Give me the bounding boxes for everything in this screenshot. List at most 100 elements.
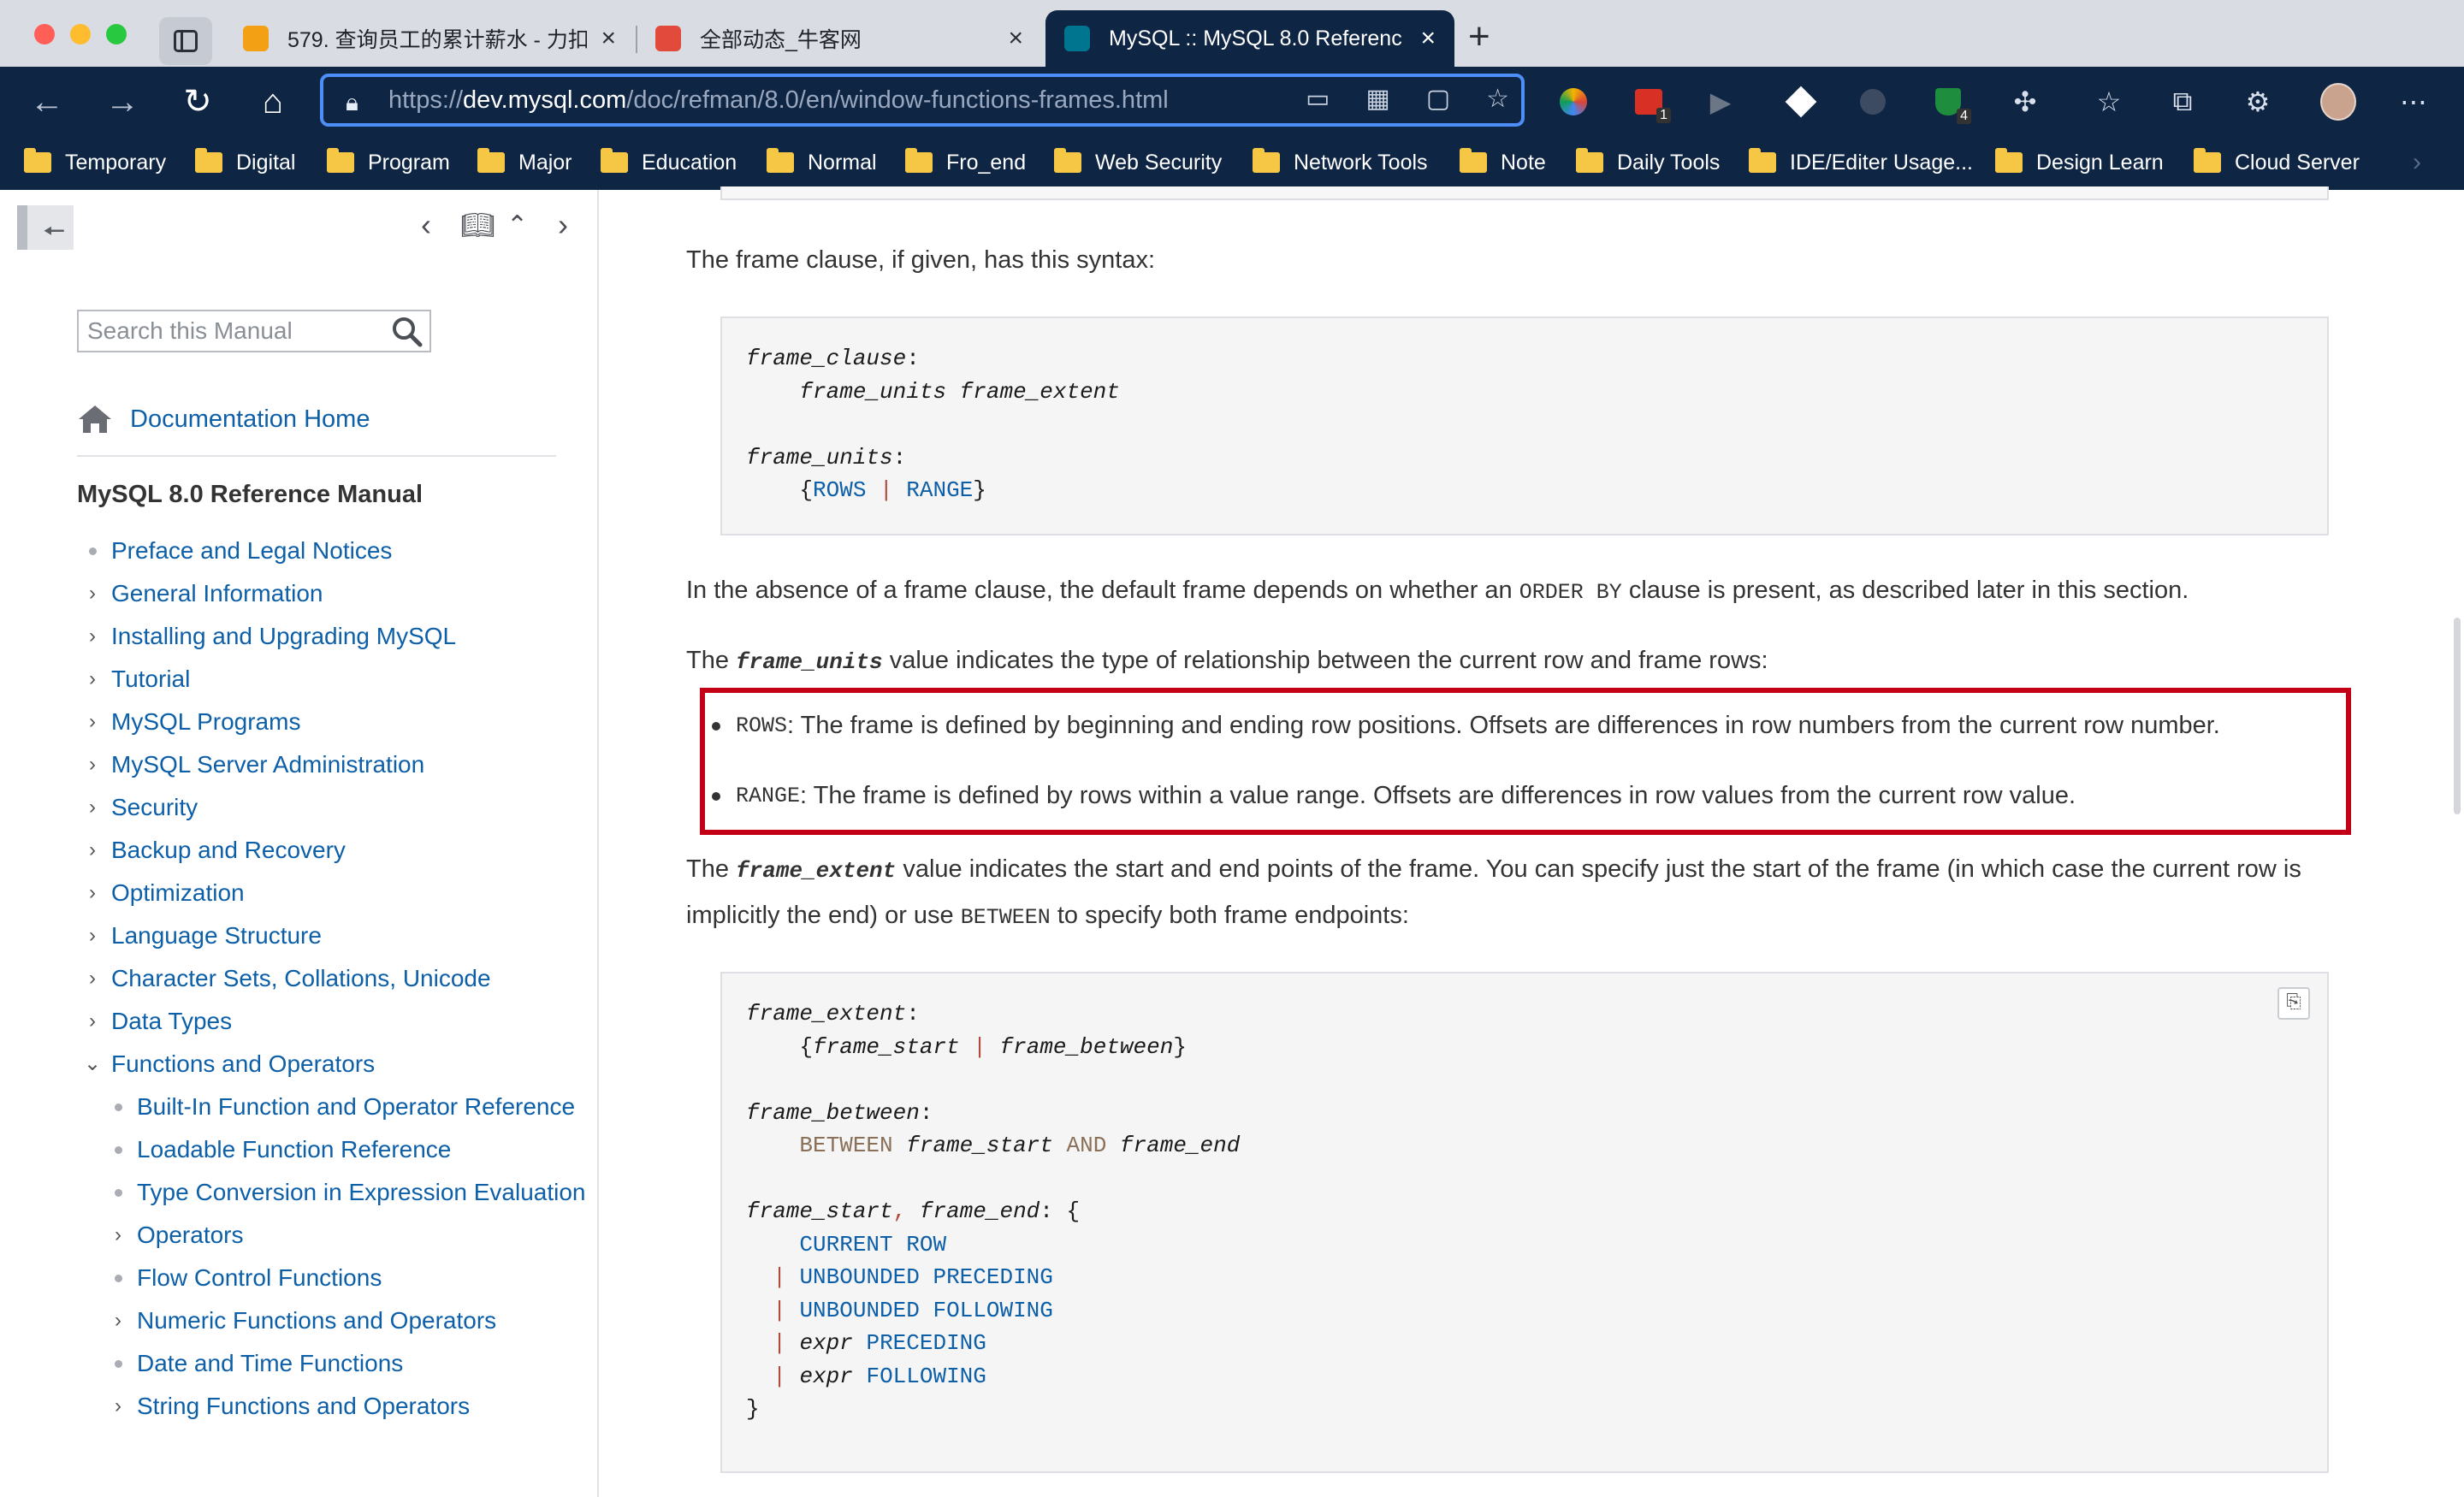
list-item: ROWS: The frame is defined by beginning … bbox=[712, 712, 2320, 740]
up-page-icon[interactable]: ⌃ bbox=[506, 210, 528, 240]
toc-item[interactable]: › Optimization bbox=[82, 879, 587, 907]
toc-item[interactable]: › Backup and Recovery bbox=[82, 837, 587, 864]
collections-icon[interactable]: ⧉ bbox=[2165, 84, 2200, 120]
close-tab-icon[interactable]: × bbox=[1420, 24, 1436, 53]
chevron-down-icon[interactable]: ⌄ bbox=[82, 1050, 103, 1078]
next-page-icon[interactable]: › bbox=[558, 207, 568, 243]
toc-item[interactable]: › Security bbox=[82, 794, 587, 821]
tab-leetcode[interactable]: 579. 查询员工的累计薪水 - 力扣 × bbox=[224, 10, 635, 67]
color-wheel-extension-icon[interactable] bbox=[1555, 84, 1591, 120]
toc-subitem[interactable]: › String Functions and Operators bbox=[108, 1393, 587, 1420]
toc-item[interactable]: › Data Types bbox=[82, 1008, 587, 1035]
close-tab-icon[interactable]: × bbox=[601, 24, 616, 53]
scrollbar-thumb[interactable] bbox=[2454, 618, 2461, 814]
toc-item[interactable]: › General Information bbox=[82, 580, 587, 607]
chevron-right-icon[interactable]: › bbox=[82, 623, 103, 650]
chevron-right-icon[interactable]: › bbox=[82, 922, 103, 950]
copy-code-button[interactable]: ⎘ bbox=[2277, 987, 2310, 1020]
forward-icon[interactable]: → bbox=[99, 79, 145, 125]
new-tab-icon[interactable]: + bbox=[1468, 15, 1490, 58]
cursor-extension-icon[interactable] bbox=[1855, 84, 1891, 120]
collapse-sidebar-button[interactable]: 🠔 bbox=[17, 205, 74, 250]
close-window-button[interactable] bbox=[34, 24, 55, 44]
extensions-puzzle-icon[interactable]: ✣ bbox=[2007, 84, 2043, 120]
bookmark-folder[interactable]: Web Security bbox=[1054, 145, 1222, 180]
tab-actions-button[interactable] bbox=[159, 17, 212, 65]
chevron-right-icon[interactable]: › bbox=[82, 580, 103, 607]
bookmark-folder[interactable]: Fro_end bbox=[905, 145, 1026, 180]
chevron-right-icon[interactable]: › bbox=[82, 666, 103, 693]
bookmarks-overflow-icon[interactable]: › bbox=[2413, 145, 2421, 180]
app-available-icon[interactable]: ▭ bbox=[1306, 84, 1330, 114]
back-icon[interactable]: ← bbox=[24, 79, 70, 125]
toc-subitem[interactable]: › Numeric Functions and Operators bbox=[108, 1307, 587, 1334]
qr-code-icon[interactable]: ▦ bbox=[1365, 84, 1389, 114]
reload-icon[interactable]: ↻ bbox=[175, 79, 221, 125]
chevron-right-icon[interactable]: › bbox=[108, 1222, 128, 1249]
cube-extension-icon[interactable] bbox=[1783, 84, 1819, 120]
search-input[interactable] bbox=[79, 317, 387, 345]
toc-item-expanded[interactable]: ⌄ Functions and Operators bbox=[82, 1050, 587, 1078]
bookmark-folder[interactable]: Normal bbox=[767, 145, 877, 180]
profile-avatar-icon[interactable] bbox=[2320, 83, 2356, 121]
code-keyword: UNBOUNDED FOLLOWING bbox=[799, 1297, 1053, 1323]
chevron-right-icon[interactable]: › bbox=[82, 751, 103, 778]
address-bar[interactable]: 🔒︎ https://dev.mysql.com/doc/refman/8.0/… bbox=[320, 74, 1525, 127]
chevron-right-icon[interactable]: › bbox=[82, 1008, 103, 1035]
bookmark-folder[interactable]: IDE/Editer Usage... bbox=[1749, 145, 1973, 180]
paragraph: In the absence of a frame clause, the de… bbox=[686, 568, 2346, 615]
lock-icon[interactable]: 🔒︎ bbox=[346, 89, 368, 115]
bookmark-folder[interactable]: Daily Tools bbox=[1576, 145, 1720, 180]
play-extension-icon[interactable]: ▶ bbox=[1703, 84, 1738, 120]
tab-mysql-active[interactable]: MySQL :: MySQL 8.0 Referenc × bbox=[1045, 10, 1454, 67]
performance-icon[interactable]: ⚙ bbox=[2240, 84, 2276, 120]
chevron-right-icon[interactable]: › bbox=[82, 965, 103, 992]
add-favorite-icon[interactable]: ☆ bbox=[1486, 84, 1509, 114]
bookmark-folder[interactable]: Network Tools bbox=[1253, 145, 1428, 180]
tab-nowcoder[interactable]: 全部动态_牛客网 × bbox=[637, 10, 1042, 67]
minimize-window-button[interactable] bbox=[70, 24, 91, 44]
read-aloud-icon[interactable]: ▢ bbox=[1426, 84, 1450, 114]
chevron-right-icon[interactable]: › bbox=[108, 1307, 128, 1334]
toc-item[interactable]: › Language Structure bbox=[82, 922, 587, 950]
bookmark-folder[interactable]: Note bbox=[1460, 145, 1546, 180]
bookmark-folder[interactable]: Design Learn bbox=[1995, 145, 2164, 180]
chevron-right-icon[interactable]: › bbox=[82, 794, 103, 821]
toc-item[interactable]: › Tutorial bbox=[82, 666, 587, 693]
toc-subitem[interactable]: › Operators bbox=[108, 1222, 587, 1249]
toc-subitem[interactable]: Flow Control Functions bbox=[108, 1264, 587, 1292]
bookmark-folder[interactable]: Major bbox=[477, 145, 572, 180]
code-block-frame-extent: ⎘ frame_extent: {frame_start | frame_betw… bbox=[720, 972, 2329, 1473]
bookmark-folder[interactable]: Education bbox=[601, 145, 737, 180]
red-extension-icon[interactable]: 1 bbox=[1631, 84, 1671, 123]
more-menu-icon[interactable]: ⋯ bbox=[2396, 84, 2431, 120]
bookmark-folder[interactable]: Temporary bbox=[24, 145, 166, 180]
toc-item[interactable]: Preface and Legal Notices bbox=[82, 537, 587, 565]
shield-extension-icon[interactable]: 4 bbox=[1930, 84, 1971, 124]
toc-subitem[interactable]: Loadable Function Reference bbox=[108, 1136, 587, 1163]
toc-item[interactable]: › MySQL Server Administration bbox=[82, 751, 587, 778]
chevron-right-icon[interactable]: › bbox=[82, 879, 103, 907]
bookmark-folder[interactable]: Cloud Server bbox=[2194, 145, 2360, 180]
bookmark-folder[interactable]: Program bbox=[327, 145, 450, 180]
toc-subitem[interactable]: Date and Time Functions bbox=[108, 1350, 587, 1377]
toc-subitem[interactable]: Type Conversion in Expression Evaluation bbox=[108, 1179, 587, 1206]
toc-subitem[interactable]: Built-In Function and Operator Reference bbox=[108, 1093, 587, 1121]
toc-item[interactable]: › Character Sets, Collations, Unicode bbox=[82, 965, 587, 992]
favorites-icon[interactable]: ☆ bbox=[2091, 84, 2127, 120]
toc-item[interactable]: › MySQL Programs bbox=[82, 708, 587, 736]
documentation-home-link[interactable]: Documentation Home bbox=[77, 404, 370, 435]
bookmark-folder[interactable]: Digital bbox=[195, 145, 295, 180]
toc-item[interactable]: › Installing and Upgrading MySQL bbox=[82, 623, 587, 650]
chevron-right-icon[interactable]: › bbox=[108, 1393, 128, 1420]
search-icon[interactable] bbox=[390, 315, 424, 349]
url-text[interactable]: https://dev.mysql.com/doc/refman/8.0/en/… bbox=[388, 86, 1169, 115]
previous-page-icon[interactable]: ‹ bbox=[421, 207, 431, 243]
chevron-right-icon[interactable]: › bbox=[82, 837, 103, 864]
bookmark-label: Fro_end bbox=[946, 150, 1027, 175]
home-icon[interactable]: ⌂ bbox=[250, 79, 296, 125]
chevron-right-icon[interactable]: › bbox=[82, 708, 103, 736]
maximize-window-button[interactable] bbox=[106, 24, 127, 44]
book-icon[interactable]: 📖︎ bbox=[460, 209, 495, 241]
close-tab-icon[interactable]: × bbox=[1008, 24, 1023, 53]
